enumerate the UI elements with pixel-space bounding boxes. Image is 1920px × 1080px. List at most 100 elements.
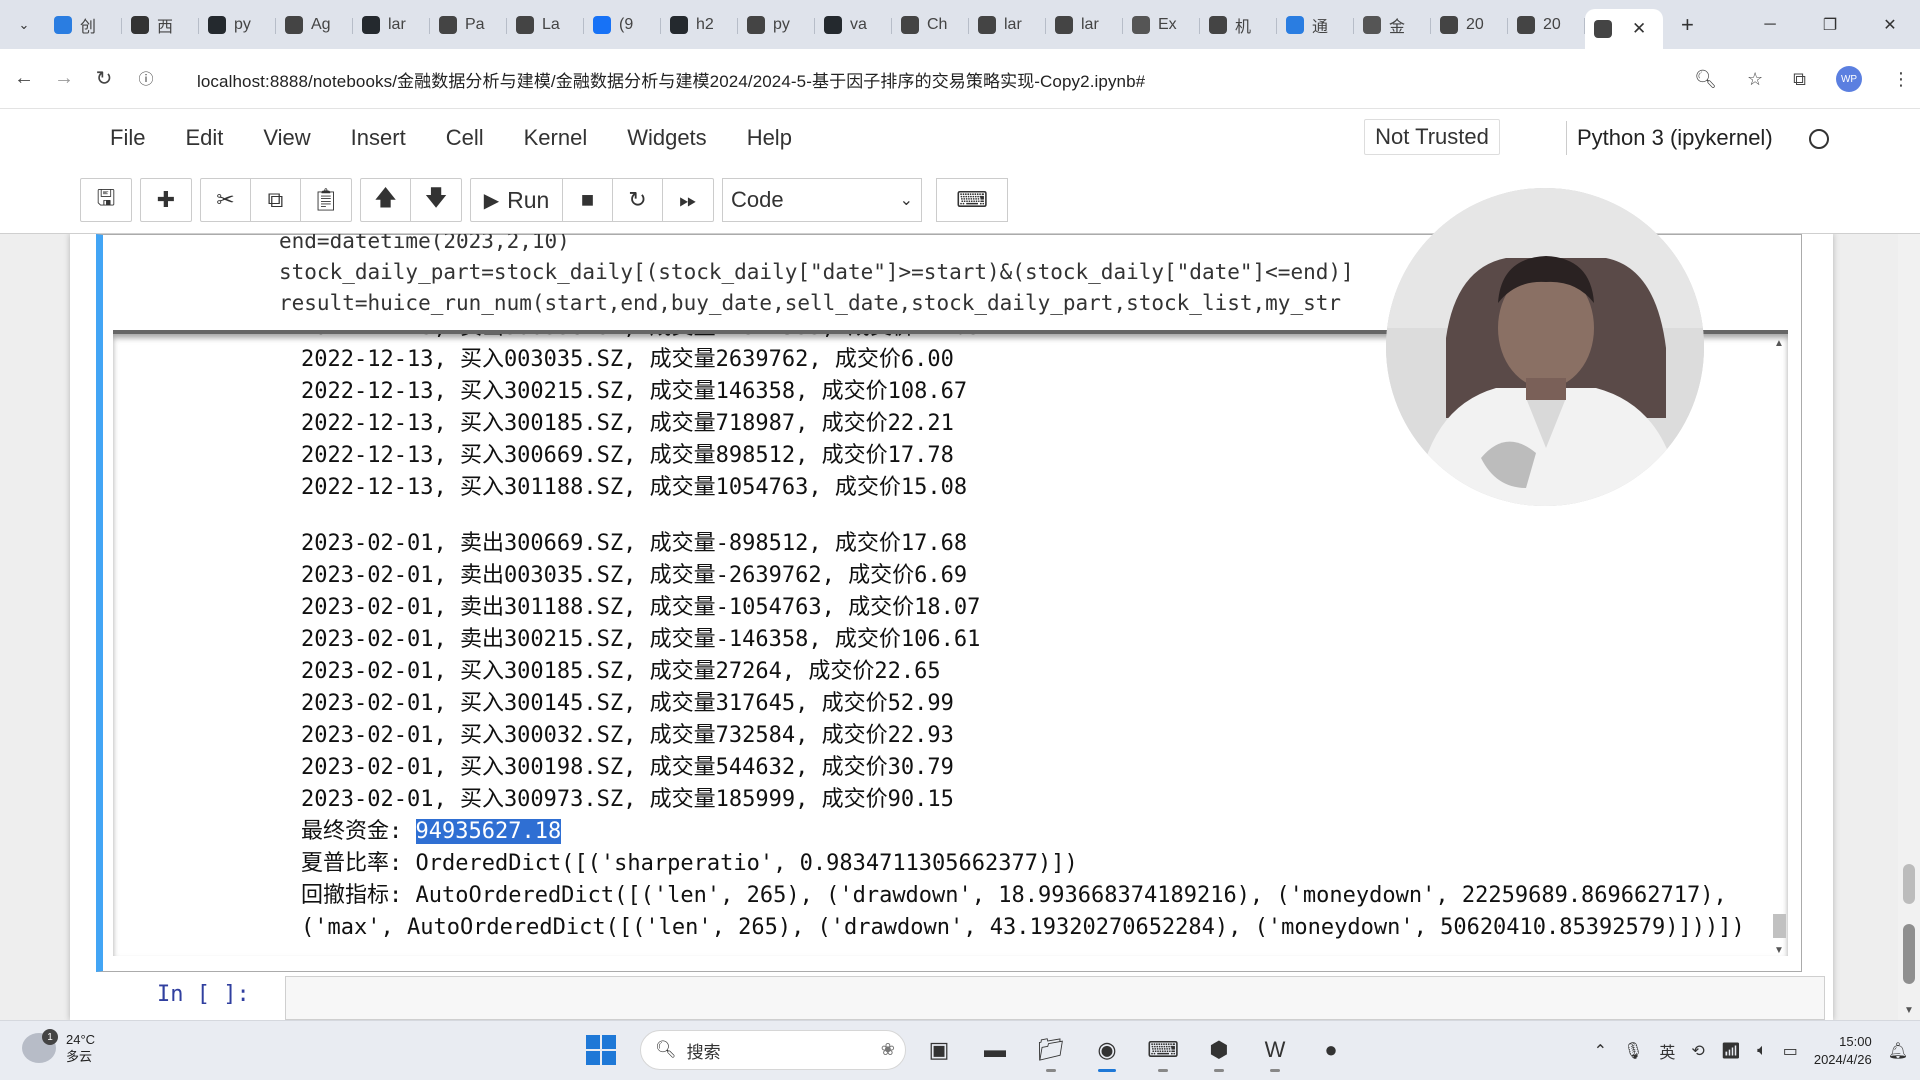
browser-tab[interactable]: Ex (1123, 8, 1200, 42)
page-scrollbar[interactable]: ▼ (1898, 234, 1920, 1020)
cell-type-select[interactable]: Code ⌄ (722, 178, 922, 222)
browser-tab[interactable]: lar (1046, 8, 1123, 42)
menu-view[interactable]: View (243, 121, 330, 155)
close-tab-icon[interactable]: ✕ (1632, 19, 1646, 39)
forward-arrow-icon[interactable]: → (44, 59, 84, 99)
browser-tab[interactable]: lar (353, 8, 430, 42)
move-up-icon[interactable]: 🡅 (361, 179, 411, 221)
menu-help[interactable]: Help (727, 121, 812, 155)
cut-icon[interactable]: ✂ (201, 179, 251, 221)
notification-icon[interactable]: 🔔︎ (1888, 1041, 1908, 1061)
browser-tab[interactable]: Ag (276, 8, 353, 42)
window-app-icon[interactable]: ▬ (972, 1027, 1018, 1073)
final-capital-value-selected[interactable]: 94935627.18 (415, 819, 562, 844)
ime-icon[interactable]: 英 (1659, 1039, 1675, 1063)
weather-widget[interactable]: 1 24°C 多云 (22, 1029, 95, 1065)
browser-tab[interactable]: 金 (1354, 8, 1431, 42)
url-field[interactable]: localhost:8888/notebooks/金融数据分析与建模/金融数据分… (197, 49, 1145, 109)
kernel-idle-indicator-icon (1809, 129, 1829, 149)
browser-tab[interactable]: h2 (661, 8, 738, 42)
minimize-icon[interactable]: ─ (1740, 0, 1800, 49)
site-info-icon[interactable]: ⓘ (126, 59, 166, 99)
browser-tab-label: Ex (1158, 15, 1177, 33)
browser-tab[interactable]: py (738, 8, 815, 42)
profile-avatar[interactable]: WP (1836, 66, 1862, 92)
taskbar: 1 24°C 多云 🔍︎ 搜索 ❀ ▣ ▬ 📁︎ ◉ ⌨ ⬢ W ● ⌃ 🎙︎ … (0, 1020, 1920, 1080)
browser-tab[interactable]: 机 (1200, 8, 1277, 42)
run-button[interactable]: ▶ Run (471, 179, 563, 221)
browser-tab-label: La (542, 15, 560, 33)
kernel-name[interactable]: Python 3 (ipykernel) (1566, 121, 1773, 155)
browser-tab-label: py (234, 15, 251, 33)
page-scroll-down-icon[interactable]: ▼ (1904, 1005, 1914, 1016)
output-scrollbar[interactable]: ▲ ▼ (1770, 334, 1788, 956)
wps-icon[interactable]: W (1252, 1027, 1298, 1073)
keyboard-icon[interactable]: ⌨ (936, 178, 1008, 222)
browser-tab[interactable]: 20 (1431, 8, 1508, 42)
menu-widgets[interactable]: Widgets (607, 121, 726, 155)
taskview-icon[interactable]: ▣ (916, 1027, 962, 1073)
camera-app-icon[interactable]: ● (1308, 1027, 1354, 1073)
browser-tab[interactable]: lar (969, 8, 1046, 42)
wifi-icon[interactable]: 📶︎ (1721, 1041, 1741, 1061)
zoom-icon[interactable]: 🔍︎ (1694, 69, 1717, 90)
terminal-icon[interactable]: ⌨ (1140, 1027, 1186, 1073)
browser-tab[interactable]: 20 (1508, 8, 1585, 42)
menu-cell[interactable]: Cell (426, 121, 504, 155)
book-icon (1517, 15, 1535, 34)
tab-search-chevron-icon[interactable]: ⌄ (11, 12, 37, 38)
browser-tab[interactable]: Ch (892, 8, 969, 42)
file-explorer-icon[interactable]: 📁︎ (1028, 1027, 1074, 1073)
fast-forward-icon[interactable]: ⏩︎ (663, 179, 713, 221)
menu-kernel[interactable]: Kernel (504, 121, 608, 155)
scroll-down-icon[interactable]: ▼ (1774, 945, 1784, 956)
reload-icon[interactable]: ↻ (84, 59, 124, 99)
browser-tab[interactable]: La (507, 8, 584, 42)
start-windows-icon[interactable] (580, 1029, 622, 1071)
move-down-icon[interactable]: 🡇 (411, 179, 461, 221)
more-menu-icon[interactable]: ⋮ (1892, 69, 1910, 90)
tray-app-icon[interactable]: ⟲ (1691, 1041, 1704, 1061)
page-scroll-thumb-active[interactable] (1903, 924, 1915, 984)
output-scroll-thumb[interactable] (1773, 914, 1786, 938)
insert-cell-icon[interactable]: ✚ (141, 179, 191, 221)
next-cell-input[interactable] (285, 976, 1825, 1020)
code-input[interactable]: end=datetime(2023,2,10) stock_daily_part=… (279, 234, 1354, 319)
not-trusted-button[interactable]: Not Trusted (1364, 119, 1500, 155)
menu-file[interactable]: File (90, 121, 165, 155)
restore-icon[interactable]: ❐ (1800, 0, 1860, 49)
menu-insert[interactable]: Insert (331, 121, 426, 155)
grid-icon (1055, 15, 1073, 34)
close-window-icon[interactable]: ✕ (1860, 0, 1920, 49)
browser-tab-active[interactable]: ✕ (1585, 9, 1663, 49)
app-blue-icon[interactable]: ⬢ (1196, 1027, 1242, 1073)
menu-edit[interactable]: Edit (165, 121, 243, 155)
tray-chevron-up-icon[interactable]: ⌃ (1594, 1041, 1607, 1061)
clock[interactable]: 15:00 2024/4/26 (1814, 1033, 1872, 1069)
battery-icon[interactable]: ▭ (1783, 1041, 1798, 1061)
save-icon[interactable]: 🖫 (81, 179, 131, 221)
bookmark-star-icon[interactable]: ☆ (1747, 69, 1763, 90)
browser-tab[interactable]: py (199, 8, 276, 42)
paste-icon[interactable]: 📋︎ (301, 179, 351, 221)
extensions-icon[interactable]: ⧉ (1793, 69, 1806, 90)
chrome-icon[interactable]: ◉ (1084, 1027, 1130, 1073)
browser-tab[interactable]: 创 (45, 8, 122, 42)
new-tab-button[interactable]: + (1681, 12, 1694, 38)
browser-tab[interactable]: (9 (584, 8, 661, 42)
browser-tab[interactable]: Pa (430, 8, 507, 42)
volume-icon[interactable]: 🔈︎ (1757, 1042, 1767, 1060)
browser-tab[interactable]: 西 (122, 8, 199, 42)
play-icon: ▶ (483, 189, 500, 212)
stop-icon[interactable]: ■ (563, 179, 613, 221)
copy-icon[interactable]: ⧉ (251, 179, 301, 221)
browser-tab[interactable]: 通 (1277, 8, 1354, 42)
presenter-video-image (1386, 188, 1704, 506)
page-scroll-thumb[interactable] (1903, 864, 1915, 904)
scroll-up-icon[interactable]: ▲ (1774, 338, 1784, 349)
back-arrow-icon[interactable]: ← (4, 59, 44, 99)
microphone-icon[interactable]: 🎙︎ (1623, 1041, 1643, 1061)
browser-tab[interactable]: va (815, 8, 892, 42)
taskbar-search[interactable]: 🔍︎ 搜索 ❀ (640, 1030, 906, 1070)
restart-icon[interactable]: ↻ (613, 179, 663, 221)
